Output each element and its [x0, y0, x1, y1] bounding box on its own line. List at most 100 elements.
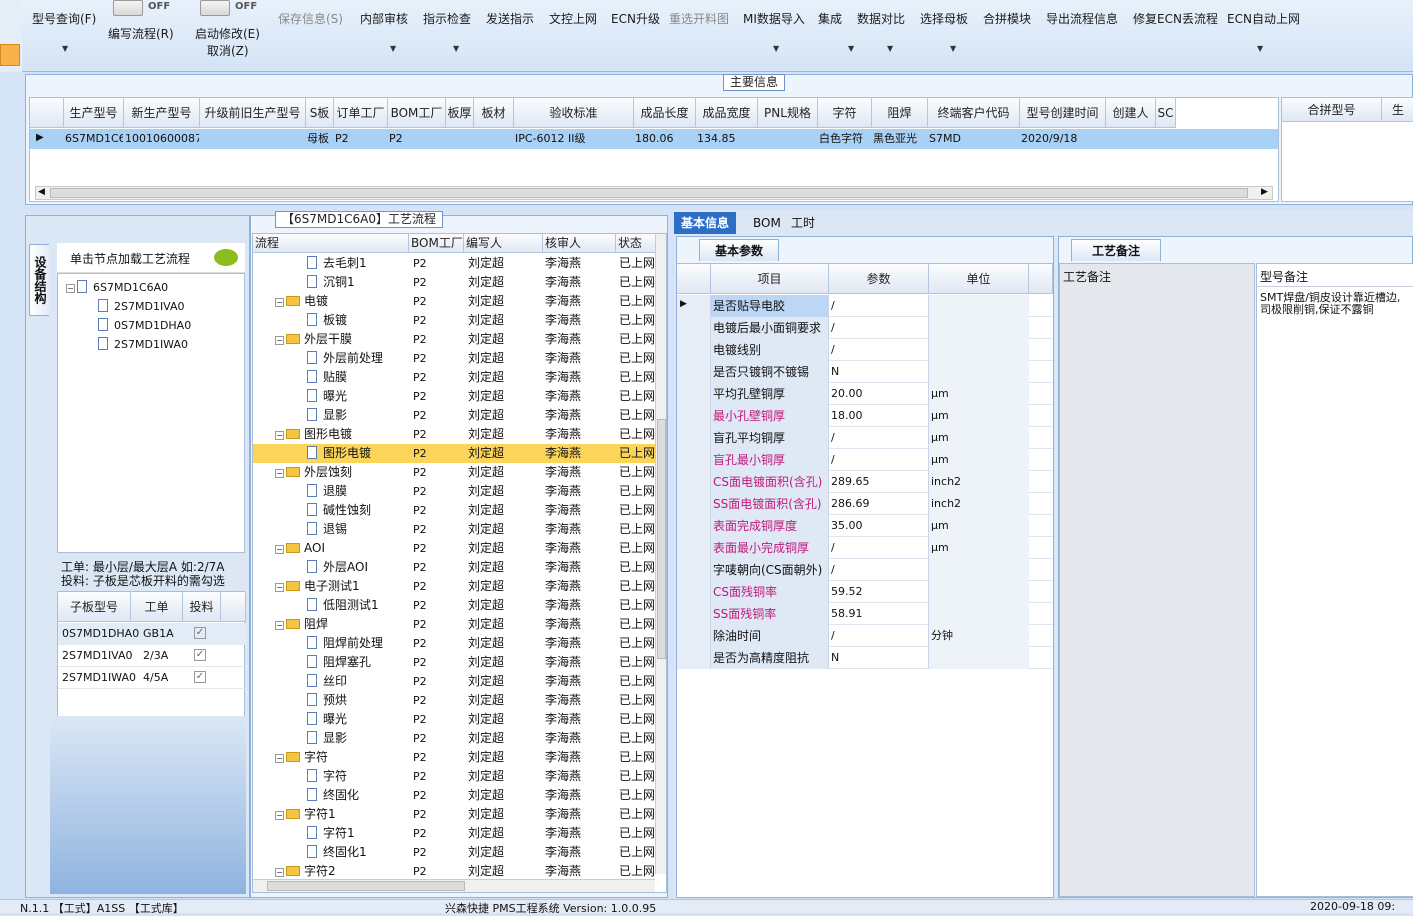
param-value[interactable]: / [829, 339, 929, 361]
param-row[interactable]: 盲孔平均铜厚 / μm [677, 427, 1053, 449]
process-row[interactable]: 低阻测试1 P2 刘定超 李海燕 已上网 [253, 596, 656, 615]
cancel-button[interactable]: 取消(Z) [207, 42, 249, 59]
toolbar-button[interactable]: 发送指示 [486, 10, 534, 27]
param-row[interactable]: 除油时间 / 分钟 [677, 625, 1053, 647]
process-row[interactable]: 字符1 P2 刘定超 李海燕 已上网 [253, 824, 656, 843]
collapse-icon[interactable]: − [275, 621, 284, 630]
param-row[interactable]: 表面最小完成铜厚 / μm [677, 537, 1053, 559]
param-row[interactable]: 表面完成铜厚度 35.00 μm [677, 515, 1053, 537]
param-value[interactable]: 18.00 [829, 405, 929, 427]
table-row[interactable]: 0S7MD1DHA0 GB1A ✓ [58, 623, 246, 645]
sub-order[interactable]: 4/5A [143, 671, 168, 684]
chevron-down-icon[interactable]: ▼ [62, 44, 68, 53]
model-remark-text[interactable]: SMT焊盘/铜皮设计靠近槽边,司极限削铜,保证不露铜 [1260, 292, 1410, 316]
toolbar-button[interactable]: 重选开料图 [669, 10, 729, 27]
tree-child[interactable]: 0S7MD1DHA0 [98, 318, 191, 332]
param-row[interactable]: 是否为高精度阻抗 N [677, 647, 1053, 669]
collapse-icon[interactable]: − [275, 469, 284, 478]
chevron-down-icon[interactable]: ▼ [950, 44, 956, 53]
process-column-header[interactable]: 编写人 [464, 234, 543, 253]
param-row[interactable]: CS面电镀面积(含孔) 289.65 inch2 [677, 471, 1053, 493]
param-value[interactable]: N [829, 647, 929, 669]
param-value[interactable]: 59.52 [829, 581, 929, 603]
feed-checkbox[interactable]: ✓ [194, 627, 206, 639]
table-cell[interactable] [1107, 129, 1155, 149]
param-value[interactable]: 58.91 [829, 603, 929, 625]
table-cell[interactable]: S7MD [929, 129, 1019, 149]
param-row[interactable]: ▶ 是否贴导电胶 / [677, 295, 1053, 317]
process-row[interactable]: 阻焊塞孔 P2 刘定超 李海燕 已上网 [253, 653, 656, 672]
feed-checkbox[interactable]: ✓ [194, 671, 206, 683]
toggle-switch[interactable] [113, 0, 143, 16]
toolbar-button[interactable]: 文控上网 [549, 10, 597, 27]
model-remark-field[interactable]: 型号备注 SMT焊盘/铜皮设计靠近槽边,司极限削铜,保证不露铜 [1256, 263, 1413, 897]
param-value[interactable]: 35.00 [829, 515, 929, 537]
param-row[interactable]: 平均孔壁铜厚 20.00 μm [677, 383, 1053, 405]
toolbar-button[interactable]: 集成 [818, 10, 842, 27]
process-row[interactable]: − AOI P2 刘定超 李海燕 已上网 [253, 539, 656, 558]
column-header[interactable]: S板 [306, 98, 334, 128]
tree-child[interactable]: 2S7MD1IWA0 [98, 337, 188, 351]
process-row[interactable]: 曝光 P2 刘定超 李海燕 已上网 [253, 710, 656, 729]
process-row[interactable]: 退锡 P2 刘定超 李海燕 已上网 [253, 520, 656, 539]
column-header[interactable]: SC [1156, 98, 1176, 128]
process-row[interactable]: 沉铜1 P2 刘定超 李海燕 已上网 [253, 273, 656, 292]
collapse-icon[interactable]: − [275, 336, 284, 345]
table-row[interactable]: 2S7MD1IVA0 2/3A ✓ [58, 645, 246, 667]
param-value[interactable]: 286.69 [829, 493, 929, 515]
column-header[interactable]: 升级前旧生产型号 [200, 98, 306, 128]
process-row[interactable]: − 电子测试1 P2 刘定超 李海燕 已上网 [253, 577, 656, 596]
column-header[interactable]: 成品宽度 [696, 98, 758, 128]
process-row[interactable]: 外层前处理 P2 刘定超 李海燕 已上网 [253, 349, 656, 368]
column-header[interactable]: 阻焊 [872, 98, 928, 128]
table-cell[interactable]: 黑色亚光 [873, 129, 927, 149]
process-row[interactable]: 板镀 P2 刘定超 李海燕 已上网 [253, 311, 656, 330]
process-row[interactable]: 贴膜 P2 刘定超 李海燕 已上网 [253, 368, 656, 387]
table-cell[interactable] [201, 129, 305, 149]
sub-order[interactable]: GB1A [143, 627, 174, 640]
param-value[interactable]: / [829, 449, 929, 471]
column-header[interactable]: 订单工厂 [334, 98, 388, 128]
chevron-down-icon[interactable]: ▼ [453, 44, 459, 53]
process-row[interactable]: 去毛刺1 P2 刘定超 李海燕 已上网 [253, 254, 656, 273]
tab-basic-info[interactable]: 基本信息 [674, 212, 737, 234]
process-row[interactable]: − 外层蚀刻 P2 刘定超 李海燕 已上网 [253, 463, 656, 482]
param-value[interactable]: / [829, 295, 929, 317]
param-value[interactable]: / [829, 559, 929, 581]
table-cell[interactable]: IPC-6012 II级 [515, 129, 633, 149]
collapse-icon[interactable]: − [275, 431, 284, 440]
toolbar-button[interactable]: MI数据导入 [743, 10, 805, 27]
process-row[interactable]: 外层AOI P2 刘定超 李海燕 已上网 [253, 558, 656, 577]
process-row[interactable]: 阻焊前处理 P2 刘定超 李海燕 已上网 [253, 634, 656, 653]
param-row[interactable]: 是否只镀铜不镀锡 N [677, 361, 1053, 383]
process-column-header[interactable]: BOM工厂 [409, 234, 464, 253]
column-header[interactable]: 终端客户代码 [928, 98, 1020, 128]
collapse-icon[interactable]: − [275, 868, 284, 877]
column-header[interactable]: BOM工厂 [388, 98, 446, 128]
process-remark-field[interactable]: 工艺备注 [1059, 263, 1255, 897]
feed-checkbox[interactable]: ✓ [194, 649, 206, 661]
process-column-header[interactable]: 状态 [616, 234, 656, 253]
param-row[interactable]: 电镀后最小面铜要求 / [677, 317, 1053, 339]
column-header[interactable]: 创建人 [1106, 98, 1156, 128]
table-row[interactable]: 2S7MD1IWA0 4/5A ✓ [58, 667, 246, 689]
param-row[interactable]: 盲孔最小铜厚 / μm [677, 449, 1053, 471]
process-column-header[interactable]: 流程 [253, 234, 409, 253]
collapse-icon[interactable]: − [275, 298, 284, 307]
process-row[interactable]: 丝印 P2 刘定超 李海燕 已上网 [253, 672, 656, 691]
column-header[interactable]: 成品长度 [634, 98, 696, 128]
process-vscroll-thumb[interactable] [657, 419, 666, 659]
process-hscroll-thumb[interactable] [267, 881, 465, 891]
param-value[interactable]: / [829, 427, 929, 449]
sub-order[interactable]: 2/3A [143, 649, 168, 662]
process-row[interactable]: − 电镀 P2 刘定超 李海燕 已上网 [253, 292, 656, 311]
process-row[interactable]: − 图形电镀 P2 刘定超 李海燕 已上网 [253, 425, 656, 444]
table-cell[interactable]: 134.85 [697, 129, 757, 149]
main-info-scroll-thumb[interactable] [50, 188, 1248, 198]
process-row[interactable]: − 外层干膜 P2 刘定超 李海燕 已上网 [253, 330, 656, 349]
table-cell[interactable] [759, 129, 817, 149]
table-cell[interactable]: P2 [389, 129, 445, 149]
column-header[interactable]: 板材 [474, 98, 514, 128]
toolbar-button[interactable]: 内部审核 [360, 10, 408, 27]
param-row[interactable]: CS面残铜率 59.52 [677, 581, 1053, 603]
